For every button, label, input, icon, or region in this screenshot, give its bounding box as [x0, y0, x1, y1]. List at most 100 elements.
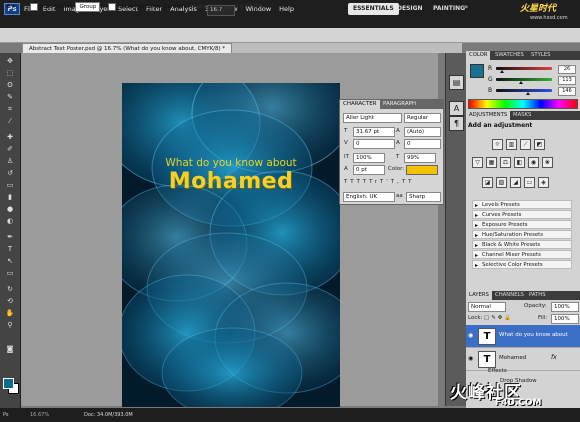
tab-color[interactable]: COLOR [466, 51, 491, 60]
curves-adjust-icon[interactable]: ⟋ [520, 139, 531, 150]
preset-selective-color[interactable]: Selective Color Presets [472, 260, 572, 270]
preset-curves[interactable]: Curves Presets [472, 210, 572, 220]
tab-paragraph[interactable]: PARAGRAPH [380, 100, 419, 109]
channel-mixer-adjust-icon[interactable]: ❀ [542, 157, 553, 168]
hand-tool-icon[interactable]: ✋ [4, 309, 16, 318]
font-family-select[interactable]: Aller Light [343, 113, 402, 123]
character-panel-icon[interactable]: A [449, 101, 464, 116]
poster-name[interactable]: Mohamed [122, 169, 340, 194]
align-buttons[interactable]: ▭ ▭ ▭ ▭ ▭ ▭ ▯ ▯ ▯ ▯ ▯ ▯ [190, 2, 262, 12]
taskbar-ps-icon[interactable]: Ps [3, 410, 9, 420]
crop-tool-icon[interactable]: ⌗ [4, 105, 16, 114]
3d-rotate-tool-icon[interactable]: ↻ [4, 285, 16, 294]
poster-tagline[interactable]: What do you know about [122, 157, 340, 169]
tracking-field[interactable]: 0 [404, 139, 441, 149]
eyedropper-tool-icon[interactable]: ⁄ [4, 117, 16, 126]
slider-handle[interactable] [525, 92, 530, 95]
blur-tool-icon[interactable]: ● [4, 205, 16, 214]
font-style-select[interactable]: Regular [404, 113, 441, 123]
exposure-adjust-icon[interactable]: ◩ [534, 139, 545, 150]
channel-slider[interactable] [496, 89, 552, 92]
3d-orbit-tool-icon[interactable]: ⟲ [4, 297, 16, 306]
tab-character[interactable]: CHARACTER [340, 100, 380, 109]
tab-styles[interactable]: STYLES [528, 51, 554, 60]
gradient-tool-icon[interactable]: ▮ [4, 193, 16, 202]
eraser-tool-icon[interactable]: ▭ [4, 181, 16, 190]
opacity-field[interactable]: 100% [551, 302, 579, 312]
tab-layers[interactable]: LAYERS [466, 291, 492, 300]
black-white-adjust-icon[interactable]: ◧ [514, 157, 525, 168]
zoom-tool-icon[interactable]: ⚲ [4, 321, 16, 330]
channel-slider[interactable] [496, 78, 552, 81]
more-workspaces-icon[interactable]: » [464, 3, 468, 11]
color-spectrum-bar[interactable] [468, 99, 578, 109]
path-select-tool-icon[interactable]: ↖ [4, 257, 16, 266]
text-color-swatch[interactable] [406, 165, 438, 175]
color-balance-adjust-icon[interactable]: ⚖ [500, 157, 511, 168]
preset-black-white[interactable]: Black & White Presets [472, 240, 572, 250]
preset-hue-saturation[interactable]: Hue/Saturation Presets [472, 230, 572, 240]
slider-handle[interactable] [499, 70, 504, 73]
photo-filter-adjust-icon[interactable]: ◉ [528, 157, 539, 168]
menu-help[interactable]: Help [279, 3, 294, 15]
preset-exposure[interactable]: Exposure Presets [472, 220, 572, 230]
fx-icon[interactable]: fx [551, 354, 557, 361]
fill-field[interactable]: 100% [551, 314, 579, 324]
vibrance-adjust-icon[interactable]: ▽ [472, 157, 483, 168]
channel-slider[interactable] [496, 67, 552, 70]
superscript-button[interactable]: T' [380, 179, 391, 185]
vertical-scale-field[interactable]: 100% [353, 153, 385, 163]
antialias-select[interactable]: Sharp [406, 192, 441, 202]
layer-row[interactable]: ◉ T What do you know about [466, 325, 580, 348]
leading-field[interactable]: (Auto) [404, 127, 441, 137]
history-panel-icon[interactable]: ▤ [449, 75, 464, 90]
tab-channels[interactable]: CHANNELS [492, 291, 527, 300]
hue-sat-adjust-icon[interactable]: ▦ [486, 157, 497, 168]
slider-handle[interactable] [518, 81, 523, 84]
layer-name[interactable]: What do you know about [499, 332, 568, 338]
eye-icon[interactable]: ◉ [468, 355, 475, 362]
auto-select-option[interactable]: Auto-Select: Group [30, 2, 101, 12]
foreground-color-swatch[interactable] [3, 378, 14, 389]
language-select[interactable]: English: UK [343, 192, 395, 202]
pen-tool-icon[interactable]: ✒ [4, 233, 16, 242]
quick-select-tool-icon[interactable]: ✎ [4, 93, 16, 102]
small-caps-button[interactable]: Tr [369, 179, 380, 185]
dodge-tool-icon[interactable]: ◐ [4, 217, 16, 226]
workspace-design-button[interactable]: DESIGN [392, 3, 428, 15]
subscript-button[interactable]: T, [391, 179, 402, 185]
quick-mask-icon[interactable]: ◙ [4, 345, 16, 354]
auto-select-dropdown[interactable]: Group [75, 2, 101, 12]
healing-tool-icon[interactable]: ✚ [4, 133, 16, 142]
tab-adjustments[interactable]: ADJUSTMENTS [466, 111, 511, 120]
move-tool-icon[interactable]: ✥ ▾ [6, 2, 15, 12]
style-buttons-row[interactable]: TTTTTrT'T,TT [344, 178, 415, 186]
blend-mode-select[interactable]: Normal [468, 302, 506, 312]
brush-tool-icon[interactable]: ✐ [4, 145, 16, 154]
tab-masks[interactable]: MASKS [510, 111, 534, 120]
stamp-tool-icon[interactable]: ♙ [4, 157, 16, 166]
show-transform-checkbox[interactable] [108, 2, 116, 11]
shape-tool-icon[interactable]: ▭ [4, 269, 16, 278]
auto-select-checkbox[interactable] [30, 2, 38, 11]
layer-row[interactable]: ◉ T Mohamed fx [466, 348, 580, 371]
lock-icons[interactable]: ▢✎✥🔒 [484, 314, 513, 322]
all-caps-button[interactable]: TT [357, 179, 370, 185]
font-size-field[interactable]: 31.67 pt [353, 127, 395, 137]
baseline-field[interactable]: 0 pt [353, 165, 385, 175]
type-tool-icon[interactable]: T [4, 245, 16, 254]
poster-canvas[interactable]: What do you know about Mohamed [122, 83, 340, 407]
kerning-field[interactable]: 0 [353, 139, 395, 149]
lasso-tool-icon[interactable]: ʘ [4, 81, 16, 90]
horizontal-scale-field[interactable]: 99% [404, 153, 436, 163]
channel-value-field[interactable]: 26 [558, 65, 576, 74]
foreground-color-chip[interactable] [470, 64, 484, 78]
channel-value-field[interactable]: 113 [558, 76, 576, 85]
preset-levels[interactable]: Levels Presets [472, 200, 572, 210]
strikethrough-button[interactable]: T [408, 179, 414, 185]
gradient-map-adjust-icon[interactable]: ▭ [524, 177, 535, 188]
levels-adjust-icon[interactable]: ▥ [506, 139, 517, 150]
layer-name[interactable]: Mohamed [499, 355, 526, 361]
posterize-adjust-icon[interactable]: ▧ [496, 177, 507, 188]
paragraph-panel-icon[interactable]: ¶ [449, 116, 464, 131]
